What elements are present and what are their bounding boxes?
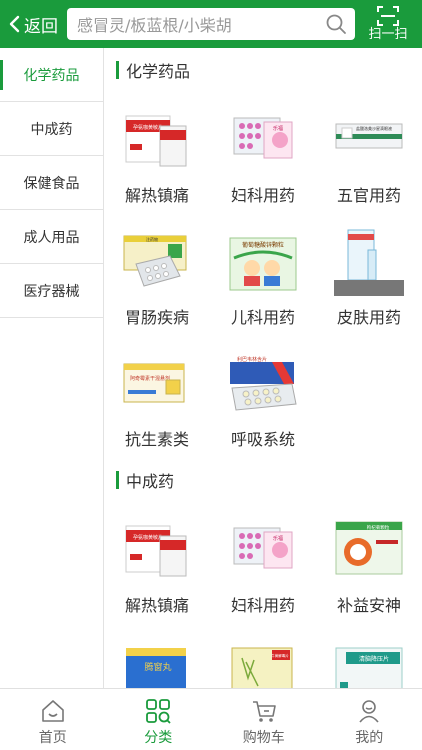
subcategory-item[interactable]: 盐酸洛美沙星滴眼液 五官用药: [316, 92, 422, 214]
scan-button[interactable]: 扫一扫: [360, 2, 416, 46]
svg-text:乐福: 乐福: [273, 535, 283, 542]
product-box-image: 乐福: [233, 117, 293, 159]
product-box-image: 枸杞菊颗粒: [335, 521, 403, 575]
tab-category[interactable]: 分类: [106, 689, 212, 750]
subcategory-item[interactable]: 清脑降压片: [316, 624, 422, 688]
subcategory-item[interactable]: 乐福 妇科用药: [210, 92, 316, 214]
product-box-image: 腾窗丸: [126, 648, 186, 688]
subcategory-item[interactable]: 牛黄解毒片: [210, 624, 316, 688]
sidebar-item-chemical-drugs[interactable]: 化学药品: [0, 48, 103, 102]
subcategory-item[interactable]: 葡萄糖酸锌颗粒 儿科用药: [210, 214, 316, 336]
svg-text:注药物: 注药物: [146, 236, 158, 242]
subcategory-item[interactable]: 孕氨咖黄敏片 解热镇痛: [104, 502, 210, 624]
product-box-image: 孕氨咖黄敏片: [125, 115, 187, 167]
search-placeholder: 感冒灵/板蓝根/小柴胡: [77, 16, 232, 35]
product-box-image: 利巴韦林含片: [230, 354, 297, 411]
subcategory-item[interactable]: 腾窗丸: [104, 624, 210, 688]
subcategory-grid: 孕氨咖黄敏片 解热镇痛 乐福 妇科用药 枸杞菊颗粒 补益安神 腾窗丸 牛黄解毒片…: [104, 502, 422, 688]
subcategory-item[interactable]: 孕氨咖黄敏片 解热镇痛: [104, 92, 210, 214]
subcategory-label: 皮肤用药: [336, 308, 401, 327]
svg-text:利巴韦林含片: 利巴韦林含片: [237, 356, 267, 363]
profile-icon: [359, 700, 379, 723]
product-box-image: 葡萄糖酸锌颗粒: [229, 237, 297, 291]
search-input[interactable]: 感冒灵/板蓝根/小柴胡: [67, 8, 355, 40]
category-sidebar: 化学药品 中成药 保健食品 成人用品 医疗器械: [0, 48, 104, 688]
product-box-image: 盐酸洛美沙星滴眼液: [335, 123, 403, 149]
subcategory-label: 五官用药: [336, 186, 401, 205]
sidebar-item-medical-devices[interactable]: 医疗器械: [0, 264, 103, 318]
category-icon: [146, 699, 171, 724]
back-button[interactable]: 返回: [0, 0, 66, 48]
sidebar-item-label: 保健食品: [23, 175, 80, 192]
section-title: 中成药: [104, 458, 422, 502]
svg-text:牛黄解毒片: 牛黄解毒片: [271, 653, 289, 658]
subcategory-label: 抗生素类: [124, 430, 189, 449]
product-box-image: 阿奇霉素干混悬剂: [123, 363, 185, 403]
chevron-left-icon: [9, 15, 20, 33]
product-box-image: 注药物: [123, 235, 187, 287]
subcategory-item[interactable]: 利巴韦林含片 呼吸系统: [210, 336, 316, 458]
product-box-image: 清脑降压片: [335, 647, 403, 688]
search-icon[interactable]: [325, 13, 347, 35]
sidebar-item-chinese-medicine[interactable]: 中成药: [0, 102, 103, 156]
svg-text:清脑降压片: 清脑降压片: [359, 655, 389, 663]
svg-text:阿奇霉素干混悬剂: 阿奇霉素干混悬剂: [130, 375, 170, 382]
svg-text:乐福: 乐福: [273, 125, 283, 132]
svg-text:孕氨咖黄敏片: 孕氨咖黄敏片: [133, 124, 163, 131]
subcategory-item[interactable]: 注药物 胃肠疾病: [104, 214, 210, 336]
svg-text:枸杞菊颗粒: 枸杞菊颗粒: [367, 524, 390, 531]
sidebar-item-label: 医疗器械: [23, 283, 80, 300]
subcategory-item[interactable]: 皮肤用药: [316, 214, 422, 336]
subcategory-label: 解热镇痛: [124, 186, 189, 205]
subcategory-label: 补益安神: [336, 596, 401, 615]
subcategory-grid: 孕氨咖黄敏片 解热镇痛 乐福 妇科用药 盐酸洛美沙星滴眼液 五官用药 注药物 胃…: [104, 92, 422, 458]
section-title: 化学药品: [104, 48, 422, 92]
subcategory-label: 解热镇痛: [124, 596, 189, 615]
svg-text:孕氨咖黄敏片: 孕氨咖黄敏片: [133, 534, 163, 541]
product-box-image: 乐福: [233, 527, 293, 569]
subcategory-item[interactable]: 枸杞菊颗粒 补益安神: [316, 502, 422, 624]
subcategory-label: 胃肠疾病: [124, 308, 189, 327]
svg-text:盐酸洛美沙星滴眼液: 盐酸洛美沙星滴眼液: [356, 125, 392, 131]
top-bar: 返回 感冒灵/板蓝根/小柴胡 扫一扫: [0, 0, 422, 48]
tab-label: 购物车: [242, 730, 285, 746]
tab-label: 我的: [355, 730, 384, 746]
svg-text:腾窗丸: 腾窗丸: [144, 661, 171, 673]
subcategory-label: 呼吸系统: [230, 430, 295, 449]
product-box-image: 孕氨咖黄敏片: [125, 525, 187, 577]
tab-label: 分类: [144, 730, 173, 746]
sidebar-item-label: 化学药品: [23, 67, 80, 84]
sidebar-item-health-food[interactable]: 保健食品: [0, 156, 103, 210]
cart-icon: [252, 701, 276, 722]
sidebar-item-label: 成人用品: [23, 229, 80, 246]
scan-icon: [377, 6, 399, 26]
product-box-image: [334, 229, 404, 296]
sidebar-item-adult-products[interactable]: 成人用品: [0, 210, 103, 264]
home-icon: [41, 700, 64, 722]
category-content: 化学药品 孕氨咖黄敏片 解热镇痛 乐福 妇科用药 盐酸洛美沙星滴眼液 五官用药 …: [104, 48, 422, 688]
subcategory-label: 妇科用药: [230, 186, 295, 205]
subcategory-item[interactable]: 阿奇霉素干混悬剂 抗生素类: [104, 336, 210, 458]
subcategory-label: 妇科用药: [230, 596, 295, 615]
scan-label: 扫一扫: [368, 27, 408, 42]
tab-label: 首页: [38, 730, 67, 746]
subcategory-label: 儿科用药: [230, 308, 295, 327]
tab-home[interactable]: 首页: [0, 689, 106, 750]
back-label: 返回: [24, 16, 58, 37]
sidebar-item-label: 中成药: [30, 121, 73, 138]
subcategory-item[interactable]: 乐福 妇科用药: [210, 502, 316, 624]
svg-text:葡萄糖酸锌颗粒: 葡萄糖酸锌颗粒: [242, 241, 284, 249]
tab-profile[interactable]: 我的: [317, 689, 422, 750]
tab-cart[interactable]: 购物车: [211, 689, 317, 750]
bottom-tab-bar: 首页 分类 购物车 我的: [0, 688, 422, 750]
product-box-image: 牛黄解毒片: [231, 647, 293, 688]
